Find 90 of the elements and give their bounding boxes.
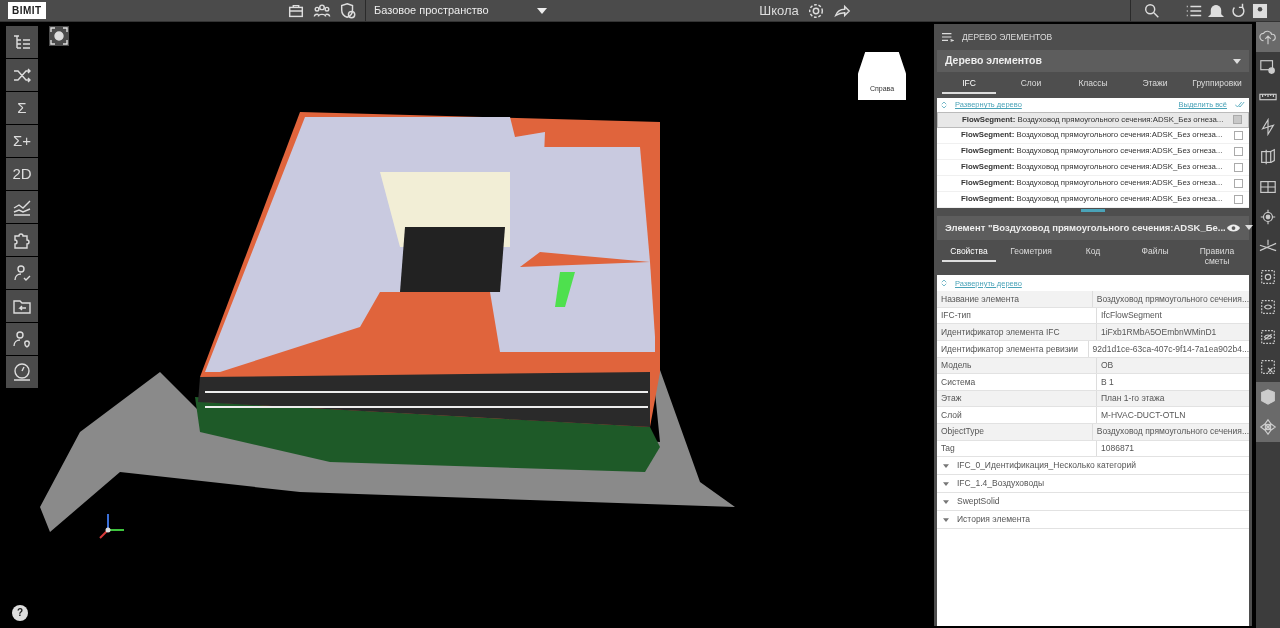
caret-icon[interactable] bbox=[1244, 225, 1253, 231]
dashed-box-icon bbox=[1259, 268, 1277, 286]
section-header[interactable]: SweptSolid bbox=[937, 493, 1249, 512]
eye-icon[interactable] bbox=[1225, 222, 1241, 233]
logo[interactable]: BIMIT bbox=[8, 2, 46, 19]
checkbox[interactable] bbox=[1234, 178, 1243, 188]
tool-button[interactable] bbox=[1256, 382, 1280, 412]
property-value: 1iFxb1RMbA5OEmbnWMinD1 bbox=[1100, 325, 1217, 339]
property-value: ОВ bbox=[1100, 359, 1114, 372]
help-button[interactable]: ? bbox=[12, 605, 28, 621]
property-value: Воздуховод прямоугольного сечения... bbox=[1095, 292, 1249, 306]
tool-button[interactable] bbox=[6, 257, 38, 289]
tool-button[interactable] bbox=[6, 224, 38, 256]
tab[interactable]: Код bbox=[1066, 243, 1120, 262]
tool-button[interactable]: Σ+ bbox=[6, 125, 38, 157]
property-name: Этаж bbox=[937, 390, 1097, 407]
property-value: M-HVAC-DUCT-OTLN bbox=[1100, 408, 1186, 422]
search-icon[interactable] bbox=[1143, 1, 1161, 20]
expand-icon bbox=[941, 100, 947, 109]
section-header[interactable]: IFC_0_Идентификация_Несколько категорий bbox=[937, 457, 1249, 476]
tool-button[interactable] bbox=[6, 290, 38, 322]
tool-button[interactable] bbox=[1256, 22, 1280, 52]
property-value: 92d1d1ce-63ca-407c-9f14-7a1ea902b4... bbox=[1091, 342, 1249, 356]
checkbox[interactable] bbox=[1234, 130, 1243, 140]
checkbox[interactable] bbox=[1234, 146, 1243, 156]
gauge-icon bbox=[12, 362, 32, 382]
expand-icon bbox=[941, 279, 947, 288]
dashed-box-x-icon bbox=[1259, 358, 1277, 376]
focus-button[interactable] bbox=[49, 26, 69, 46]
property-value: В 1 bbox=[1100, 375, 1114, 389]
tab[interactable]: IFC bbox=[942, 76, 996, 94]
property-name: ObjectType bbox=[937, 424, 1093, 440]
tab[interactable]: Этажи bbox=[1128, 76, 1182, 94]
user-check-icon bbox=[12, 263, 32, 283]
tab[interactable]: Классы bbox=[1066, 76, 1120, 94]
section-header[interactable]: IFC_1.4_Воздуховоды bbox=[937, 475, 1249, 494]
checkbox[interactable] bbox=[1234, 162, 1243, 172]
tree-icon bbox=[12, 32, 32, 52]
property-value: План 1-го этажа bbox=[1100, 392, 1165, 406]
tool-button[interactable] bbox=[6, 59, 38, 91]
checkbox[interactable] bbox=[1233, 115, 1242, 125]
tab[interactable]: Слои bbox=[1004, 76, 1058, 94]
property-name: Идентификатор элемента IFC bbox=[937, 324, 1097, 341]
caret-icon bbox=[1233, 58, 1241, 64]
tool-button[interactable]: Σ bbox=[6, 92, 38, 124]
property-name: Название элемента bbox=[937, 291, 1093, 307]
tool-button[interactable] bbox=[6, 26, 38, 58]
screen-target-icon bbox=[1259, 58, 1277, 76]
puzzle-icon bbox=[12, 230, 32, 250]
focus-icon bbox=[49, 26, 69, 46]
property-name: Модель bbox=[937, 357, 1097, 374]
tool-button[interactable] bbox=[1256, 412, 1280, 442]
property-name: Tag bbox=[937, 440, 1097, 457]
tab[interactable]: Свойства bbox=[942, 243, 996, 262]
tool-button[interactable] bbox=[6, 356, 38, 388]
property-value: IfcFlowSegment bbox=[1100, 309, 1162, 323]
tab[interactable]: Файлы bbox=[1128, 243, 1182, 262]
menu-icon[interactable] bbox=[942, 32, 954, 42]
property-name: Слой bbox=[937, 407, 1097, 424]
settings-icon[interactable] bbox=[806, 1, 825, 20]
property-name: IFC-тип bbox=[937, 307, 1097, 324]
checkbox[interactable] bbox=[1234, 194, 1243, 204]
panel-title: ДЕРЕВО ЭЛЕМЕНТОВ bbox=[962, 30, 1053, 44]
element-title: Элемент "Воздуховод прямоугольного сечения:ADSK_Бе... bbox=[945, 220, 1226, 235]
user-pin-icon bbox=[12, 329, 32, 349]
double-check-icon[interactable] bbox=[1235, 101, 1245, 109]
tool-button[interactable] bbox=[6, 323, 38, 355]
orbit-icon bbox=[1259, 418, 1277, 436]
dashed-box-eye-icon bbox=[1259, 298, 1277, 316]
tab[interactable]: Правила сметы bbox=[1190, 243, 1244, 272]
property-name: Система bbox=[937, 374, 1097, 390]
tree-mode-dropdown[interactable]: Дерево элементов bbox=[937, 50, 1249, 72]
tool-button[interactable] bbox=[6, 191, 38, 223]
property-name: Идентификатор элемента ревизии bbox=[937, 341, 1089, 357]
tab[interactable]: Геометрия bbox=[1004, 243, 1058, 262]
tool-button[interactable]: 2D bbox=[6, 158, 38, 190]
property-value: Воздуховод прямоугольного сечения... bbox=[1095, 425, 1249, 439]
section-box-icon bbox=[1259, 148, 1277, 166]
cube-icon bbox=[1259, 388, 1277, 406]
account-icon[interactable] bbox=[1251, 1, 1269, 20]
target-icon bbox=[1259, 208, 1277, 226]
caret-icon bbox=[537, 7, 547, 14]
section-header[interactable]: История элемента bbox=[937, 511, 1249, 530]
tab[interactable]: Группировки bbox=[1190, 76, 1244, 94]
plane-cut-icon bbox=[1259, 118, 1277, 136]
property-value: 1086871 bbox=[1100, 442, 1135, 455]
dashed-box-hide-icon bbox=[1259, 328, 1277, 346]
floor-plan-icon bbox=[1259, 178, 1277, 196]
cloud-upload-icon bbox=[1259, 28, 1277, 46]
project-title: Школа bbox=[759, 1, 799, 20]
